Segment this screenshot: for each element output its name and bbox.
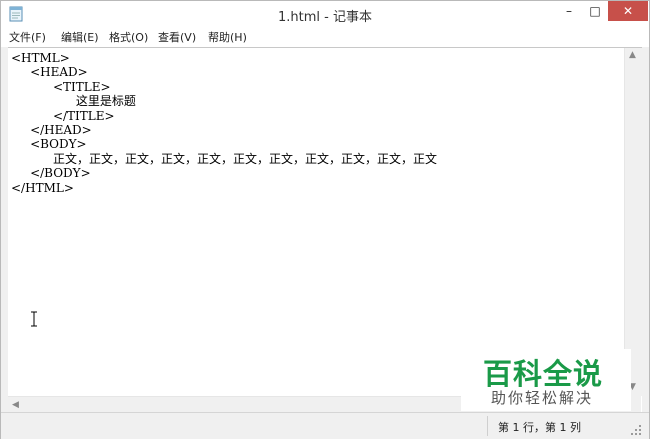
close-button[interactable]: ✕ (608, 1, 648, 21)
menu-edit[interactable]: 编辑(E) (61, 30, 99, 45)
text-line: 这里是标题 (11, 94, 136, 109)
status-divider (487, 416, 488, 436)
status-bar: 第 1 行，第 1 列 (1, 412, 649, 439)
text-line: <HTML> (11, 51, 70, 65)
text-line: </TITLE> (11, 108, 115, 123)
text-line: </BODY> (11, 166, 91, 181)
document-text[interactable]: <HTML> <HEAD> <TITLE> 这里是标题 </TITLE> </H… (11, 51, 619, 396)
menu-help[interactable]: 帮助(H) (208, 30, 247, 45)
text-line: </HEAD> (11, 123, 92, 137)
menu-view[interactable]: 查看(V) (158, 30, 196, 45)
menu-bar: 文件(F) 编辑(E) 格式(O) 查看(V) 帮助(H) (1, 28, 649, 47)
text-line: <BODY> (11, 137, 87, 152)
text-line: <TITLE> (11, 79, 111, 94)
text-line: 正文，正文，正文，正文，正文，正文，正文，正文，正文，正文，正文 (11, 151, 437, 166)
vertical-scrollbar[interactable]: ▲ ▼ (624, 48, 642, 396)
maximize-button[interactable]: □ (582, 1, 608, 21)
watermark-subtitle: 助你轻松解决 (491, 389, 594, 407)
window-title: 1.html - 记事本 (278, 10, 372, 25)
title-bar[interactable]: 1.html - 记事本 – □ ✕ (1, 1, 649, 28)
menu-file[interactable]: 文件(F) (9, 30, 46, 45)
text-line: </HTML> (11, 180, 74, 195)
text-line: <HEAD> (11, 65, 88, 80)
watermark: 百科全说 助你轻松解决 (461, 349, 631, 411)
scroll-left-icon[interactable]: ◀ (12, 400, 19, 410)
cursor-position: 第 1 行，第 1 列 (498, 421, 581, 434)
minimize-button[interactable]: – (556, 1, 582, 21)
menu-format[interactable]: 格式(O) (109, 30, 148, 45)
notepad-window: 1.html - 记事本 – □ ✕ 文件(F) 编辑(E) 格式(O) 查看(… (0, 0, 650, 439)
text-cursor-icon (31, 311, 37, 327)
scroll-up-icon[interactable]: ▲ (629, 50, 636, 60)
resize-grip-icon[interactable] (629, 423, 643, 437)
